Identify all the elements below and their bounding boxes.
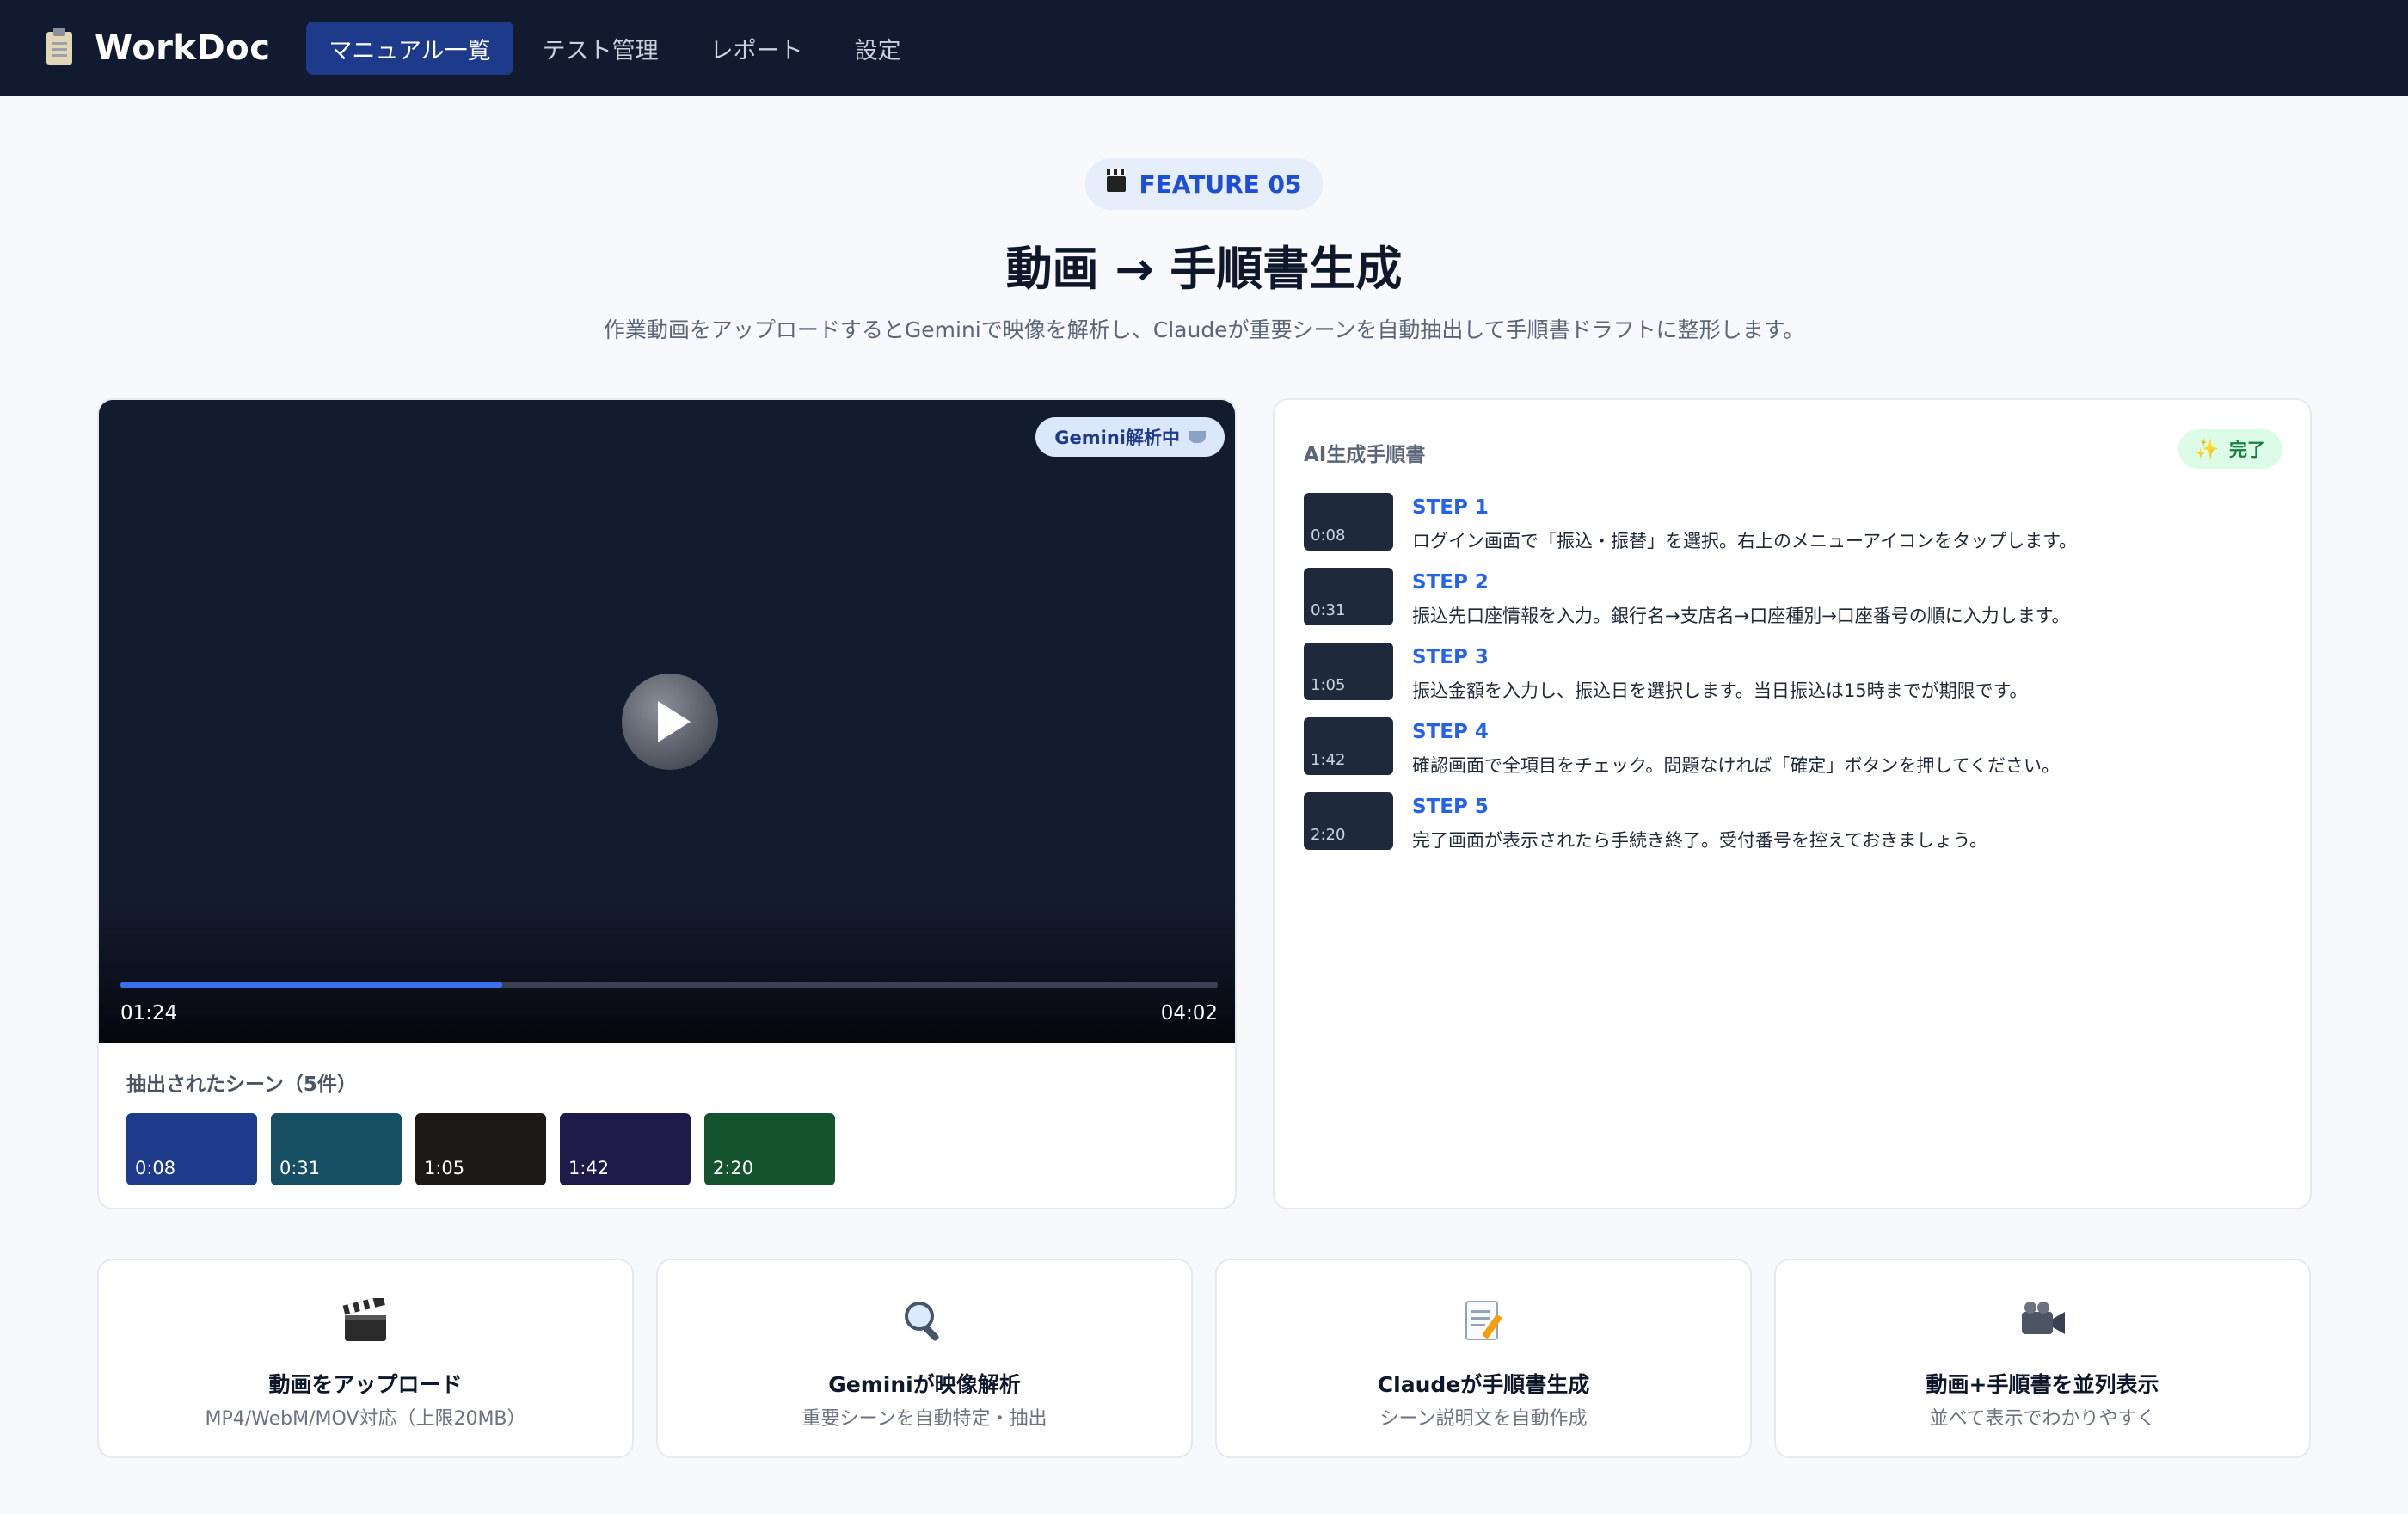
brand-name: WorkDoc: [95, 28, 271, 68]
feature-desc: MP4/WebM/MOV対応（上限20MB）: [205, 1408, 526, 1430]
scene-time: 0:08: [135, 1158, 176, 1179]
feature-title: 動画+手順書を並列表示: [1926, 1372, 2159, 1397]
analysis-status-pill: Gemini解析中: [1035, 417, 1225, 457]
scene-thumbnail[interactable]: 0:31: [271, 1113, 402, 1185]
clapperboard-icon: [1106, 169, 1126, 192]
scene-thumbnail[interactable]: 1:05: [415, 1113, 546, 1185]
video-card: Gemini解析中 01:24 04:02 抽出されたシーン（5件） 0:08 …: [97, 398, 1237, 1209]
step-thumbnail[interactable]: 0:31: [1304, 568, 1393, 625]
scene-time: 2:20: [713, 1158, 754, 1179]
status-badge-label: 完了: [2229, 440, 2265, 460]
scenes-title: 抽出されたシーン（5件）: [126, 1074, 357, 1096]
top-nav: WorkDoc マニュアル一覧 テスト管理 レポート 設定: [0, 0, 2408, 96]
step-thumbnail[interactable]: 2:20: [1304, 792, 1393, 850]
step-item[interactable]: 2:20 STEP 5 完了画面が表示されたら手続き終了。受付番号を控えておきま…: [1304, 792, 2077, 867]
feature-badge: FEATURE 05: [1085, 158, 1323, 210]
video-player[interactable]: Gemini解析中 01:24 04:02: [99, 400, 1235, 1043]
feature-desc: 重要シーンを自動特定・抽出: [802, 1408, 1047, 1430]
step-text: 振込先口座情報を入力。銀行名→支店名→口座種別→口座番号の順に入力します。: [1412, 606, 2070, 626]
scene-thumbnail[interactable]: 1:42: [560, 1113, 691, 1185]
nav-item-manuals[interactable]: マニュアル一覧: [306, 22, 513, 75]
page-subtitle: 作業動画をアップロードするとGeminiで映像を解析し、Claudeが重要シーン…: [603, 317, 1805, 342]
feature-tiles: 動画をアップロード MP4/WebM/MOV対応（上限20MB） Geminiが…: [97, 1259, 2333, 1458]
clipboard-icon: [46, 28, 72, 65]
scene-thumbnail[interactable]: 2:20: [704, 1113, 835, 1185]
step-time: 0:31: [1311, 601, 1346, 619]
steps-title: AI生成手順書: [1304, 444, 1426, 466]
step-label: STEP 4: [1412, 721, 1489, 743]
step-thumbnail[interactable]: 1:05: [1304, 643, 1393, 700]
step-item[interactable]: 0:31 STEP 2 振込先口座情報を入力。銀行名→支店名→口座種別→口座番号…: [1304, 568, 2077, 643]
step-text: 確認画面で全項目をチェック。問題なければ「確定」ボタンを押してください。: [1412, 755, 2061, 776]
step-text: ログイン画面で「振込・振替」を選択。右上のメニューアイコンをタップします。: [1412, 531, 2078, 551]
magnifier-icon: [658, 1298, 1191, 1343]
progress-fill: [120, 982, 503, 988]
pot-icon: [1189, 431, 1206, 443]
feature-desc: シーン説明文を自動作成: [1379, 1408, 1588, 1430]
scene-time: 1:42: [568, 1158, 610, 1179]
steps-card: AI生成手順書 ✨ 完了 0:08 STEP 1 ログイン画面で「振込・振替」を…: [1273, 398, 2312, 1209]
play-button[interactable]: [622, 674, 718, 770]
step-time: 1:42: [1311, 751, 1346, 769]
page-title: 動画 → 手順書生成: [1005, 242, 1403, 296]
memo-icon: [1217, 1298, 1750, 1343]
step-label: STEP 1: [1412, 496, 1489, 519]
step-item[interactable]: 1:42 STEP 4 確認画面で全項目をチェック。問題なければ「確定」ボタンを…: [1304, 717, 2077, 792]
step-text: 完了画面が表示されたら手続き終了。受付番号を控えておきましょう。: [1412, 830, 1988, 851]
step-label: STEP 5: [1412, 796, 1489, 818]
brand[interactable]: WorkDoc: [46, 28, 270, 68]
scene-thumbnail[interactable]: 0:08: [126, 1113, 257, 1185]
nav-item-reports[interactable]: レポート: [688, 22, 826, 75]
step-time: 0:08: [1311, 526, 1346, 545]
nav-item-settings[interactable]: 設定: [832, 22, 924, 75]
step-label: STEP 2: [1412, 571, 1489, 594]
feature-title: Claudeが手順書生成: [1377, 1372, 1590, 1397]
nav-item-test-management[interactable]: テスト管理: [520, 22, 681, 75]
feature-title: Geminiが映像解析: [828, 1372, 1021, 1397]
step-list: 0:08 STEP 1 ログイン画面で「振込・振替」を選択。右上のメニューアイコ…: [1304, 493, 2077, 867]
sparkles-icon: ✨: [2195, 438, 2219, 460]
analysis-status-label: Gemini解析中: [1054, 428, 1180, 448]
status-badge: ✨ 完了: [2178, 429, 2282, 469]
nav-items: マニュアル一覧 テスト管理 レポート 設定: [306, 22, 930, 75]
feature-badge-label: FEATURE 05: [1139, 169, 1302, 199]
feature-tile-upload: 動画をアップロード MP4/WebM/MOV対応（上限20MB）: [97, 1259, 634, 1458]
feature-title: 動画をアップロード: [268, 1372, 463, 1397]
step-time: 1:05: [1311, 676, 1346, 694]
step-time: 2:20: [1311, 826, 1346, 844]
clapperboard-icon: [99, 1298, 632, 1343]
current-time: 01:24: [120, 1002, 178, 1025]
total-time: 04:02: [1160, 1002, 1218, 1025]
scene-time: 1:05: [424, 1158, 465, 1179]
play-icon: [658, 701, 691, 742]
step-label: STEP 3: [1412, 646, 1489, 668]
scene-list: 0:08 0:31 1:05 1:42 2:20: [126, 1113, 849, 1185]
scene-time: 0:31: [280, 1158, 321, 1179]
feature-tile-side-by-side: 動画+手順書を並列表示 並べて表示でわかりやすく: [1774, 1259, 2311, 1458]
step-thumbnail[interactable]: 1:42: [1304, 717, 1393, 775]
video-camera-icon: [1776, 1298, 2309, 1343]
feature-tile-generation: Claudeが手順書生成 シーン説明文を自動作成: [1215, 1259, 1752, 1458]
progress-bar[interactable]: [120, 982, 1218, 988]
step-thumbnail[interactable]: 0:08: [1304, 493, 1393, 551]
feature-tile-analysis: Geminiが映像解析 重要シーンを自動特定・抽出: [656, 1259, 1193, 1458]
feature-desc: 並べて表示でわかりやすく: [1929, 1408, 2156, 1430]
step-item[interactable]: 0:08 STEP 1 ログイン画面で「振込・振替」を選択。右上のメニューアイコ…: [1304, 493, 2077, 568]
step-text: 振込金額を入力し、振込日を選択します。当日振込は15時までが期限です。: [1412, 680, 2028, 701]
step-item[interactable]: 1:05 STEP 3 振込金額を入力し、振込日を選択します。当日振込は15時ま…: [1304, 643, 2077, 717]
